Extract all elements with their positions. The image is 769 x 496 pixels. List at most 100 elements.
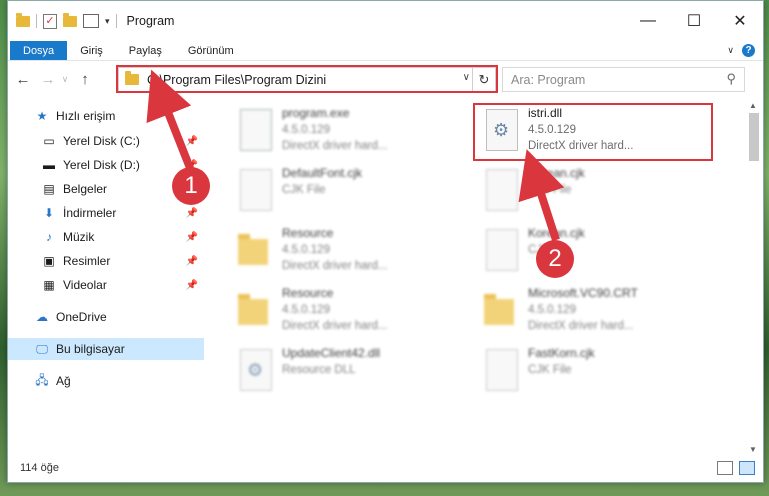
- tab-giris[interactable]: Giriş: [67, 41, 116, 60]
- file-version: 4.5.0.129: [282, 304, 330, 316]
- file-icon: [480, 225, 522, 273]
- sidebar-item-label: Ağ: [56, 374, 71, 388]
- quick-access-toolbar: ✓ ▾: [16, 12, 117, 29]
- tiles-view-icon[interactable]: [739, 461, 755, 475]
- file-name: UpdateClient42.dll: [282, 346, 381, 360]
- minimize-button[interactable]: —: [625, 1, 671, 41]
- file-name: Resource: [282, 226, 334, 240]
- vertical-scrollbar[interactable]: ▲ ▼: [747, 99, 761, 456]
- pin-icon[interactable]: 📌: [186, 136, 198, 147]
- file-name: FastKorn.cjk: [528, 346, 595, 360]
- file-item-resource-1[interactable]: Resource 4.5.0.129 DirectX driver hard..…: [234, 225, 387, 277]
- sidebar-item-disk-d[interactable]: ▬ Yerel Disk (D:) 📌: [8, 154, 204, 176]
- file-version: 4.5.0.129: [282, 244, 330, 256]
- maximize-button[interactable]: ☐: [671, 1, 717, 41]
- file-item-program-exe[interactable]: program.exe 4.5.0.129 DirectX driver har…: [234, 105, 387, 157]
- sidebar-item-music[interactable]: ♪ Müzik 📌: [8, 226, 204, 248]
- file-item-defaultfont[interactable]: DefaultFont.cjk CJK File: [234, 165, 362, 217]
- file-icon: [480, 345, 522, 393]
- pin-icon[interactable]: 📌: [186, 280, 198, 291]
- sidebar-item-disk-c[interactable]: ▭ Yerel Disk (C:) 📌: [8, 130, 204, 152]
- close-button[interactable]: ✕: [717, 1, 763, 41]
- file-icon: [234, 165, 276, 213]
- sidebar-item-this-pc[interactable]: 🖵 Bu bilgisayar: [8, 338, 204, 360]
- file-version: 4.5.0.129: [282, 124, 330, 136]
- navigation-pane: ★ Hızlı erişim ▭ Yerel Disk (C:) 📌 ▬ Yer…: [8, 99, 204, 449]
- sidebar-item-videos[interactable]: ▦ Videolar 📌: [8, 274, 204, 296]
- folder-icon: [16, 12, 30, 27]
- search-input[interactable]: Ara: Program: [511, 73, 585, 87]
- file-type: CJK File: [528, 364, 572, 376]
- file-description: DirectX driver hard...: [282, 260, 388, 272]
- pin-icon[interactable]: 📌: [186, 232, 198, 243]
- chevron-down-icon[interactable]: ▾: [105, 16, 110, 27]
- forward-arrow-icon[interactable]: →: [38, 71, 58, 88]
- expand-ribbon-icon[interactable]: ∨: [727, 45, 734, 56]
- network-icon: 🖧: [35, 372, 49, 387]
- properties-check-icon[interactable]: ✓: [43, 13, 57, 29]
- recent-dropdown-icon[interactable]: ∨: [60, 74, 70, 85]
- star-icon: ★: [36, 109, 48, 123]
- file-item-updateclient[interactable]: ⚙ UpdateClient42.dll Resource DLL: [234, 345, 380, 397]
- help-icon[interactable]: ?: [742, 44, 755, 57]
- search-box[interactable]: Ara: Program ⚲: [502, 67, 745, 92]
- file-item-korean-1[interactable]: Korean.cjk CJK File: [480, 165, 585, 217]
- properties-icon[interactable]: [83, 14, 99, 28]
- sidebar-item-pictures[interactable]: ▣ Resimler 📌: [8, 250, 204, 272]
- sidebar-item-label: Bu bilgisayar: [56, 342, 125, 356]
- file-name: Microsoft.VC90.CRT: [528, 286, 638, 300]
- sidebar-item-label: Videolar: [63, 278, 107, 292]
- file-item-fastkorn[interactable]: FastKorn.cjk CJK File: [480, 345, 595, 397]
- details-view-icon[interactable]: [717, 461, 733, 475]
- scrollbar-thumb[interactable]: [749, 113, 759, 161]
- file-name: DefaultFont.cjk: [282, 166, 363, 180]
- file-version: 4.5.0.129: [528, 304, 576, 316]
- videos-icon: ▦: [43, 278, 55, 292]
- drive-icon: ▭: [43, 134, 55, 148]
- folder-icon: [480, 285, 522, 333]
- sidebar-item-label: Müzik: [63, 230, 95, 244]
- sidebar-item-downloads[interactable]: ⬇ İndirmeler 📌: [8, 202, 204, 224]
- up-arrow-icon[interactable]: ↑: [75, 71, 95, 88]
- sidebar-item-quick-access[interactable]: ★ Hızlı erişim: [8, 105, 204, 127]
- sidebar-item-label: Yerel Disk (C:): [63, 134, 140, 148]
- sidebar-item-label: OneDrive: [56, 310, 107, 324]
- file-type: CJK File: [282, 184, 326, 196]
- file-item-resource-2[interactable]: Resource 4.5.0.129 DirectX driver hard..…: [234, 285, 387, 337]
- pin-icon[interactable]: 📌: [186, 208, 198, 219]
- step-marker-1: 1: [172, 167, 210, 205]
- file-item-vc90-crt[interactable]: Microsoft.VC90.CRT 4.5.0.129 DirectX dri…: [480, 285, 638, 337]
- sidebar-item-label: Yerel Disk (D:): [63, 158, 140, 172]
- scroll-up-icon[interactable]: ▲: [749, 101, 757, 110]
- file-name: Resource: [282, 286, 334, 300]
- sidebar-item-onedrive[interactable]: ☁ OneDrive: [8, 306, 204, 328]
- explorer-window: ✓ ▾ Program — ☐ ✕ Dosya Giriş Paylaş Gör…: [7, 0, 764, 483]
- new-folder-icon[interactable]: [63, 12, 77, 27]
- back-arrow-icon[interactable]: ←: [13, 71, 33, 88]
- sidebar-item-label: Resimler: [63, 254, 111, 268]
- window-title: Program: [126, 14, 175, 28]
- computer-icon: 🖵: [36, 341, 48, 356]
- music-icon: ♪: [46, 230, 52, 244]
- status-bar: 114 öğe: [8, 456, 763, 480]
- pin-icon[interactable]: 📌: [186, 256, 198, 267]
- folder-icon: [234, 285, 276, 333]
- item-count: 114 öğe: [20, 462, 59, 474]
- sidebar-item-network[interactable]: 🖧 Ağ: [8, 370, 204, 392]
- ribbon-tabs: Dosya Giriş Paylaş Görünüm ∨ ?: [8, 41, 763, 60]
- step-marker-2: 2: [536, 240, 574, 278]
- download-icon: ⬇: [43, 206, 55, 220]
- sidebar-item-label: Hızlı erişim: [56, 109, 116, 123]
- address-highlight-box: [116, 65, 498, 93]
- sidebar-item-label: İndirmeler: [63, 206, 117, 220]
- navigation-bar: ← → ∨ ↑ C:\Program Files\Program Dizini …: [8, 60, 763, 98]
- search-icon[interactable]: ⚲: [726, 71, 736, 87]
- scroll-down-icon[interactable]: ▼: [749, 445, 757, 454]
- tab-dosya[interactable]: Dosya: [10, 41, 68, 60]
- pictures-icon: ▣: [43, 254, 55, 268]
- dll-gear-icon: ⚙: [234, 345, 276, 393]
- toolbar-divider: [115, 14, 117, 28]
- file-name: program.exe: [282, 106, 350, 120]
- tab-paylas[interactable]: Paylaş: [116, 41, 175, 60]
- tab-gorunum[interactable]: Görünüm: [175, 41, 247, 60]
